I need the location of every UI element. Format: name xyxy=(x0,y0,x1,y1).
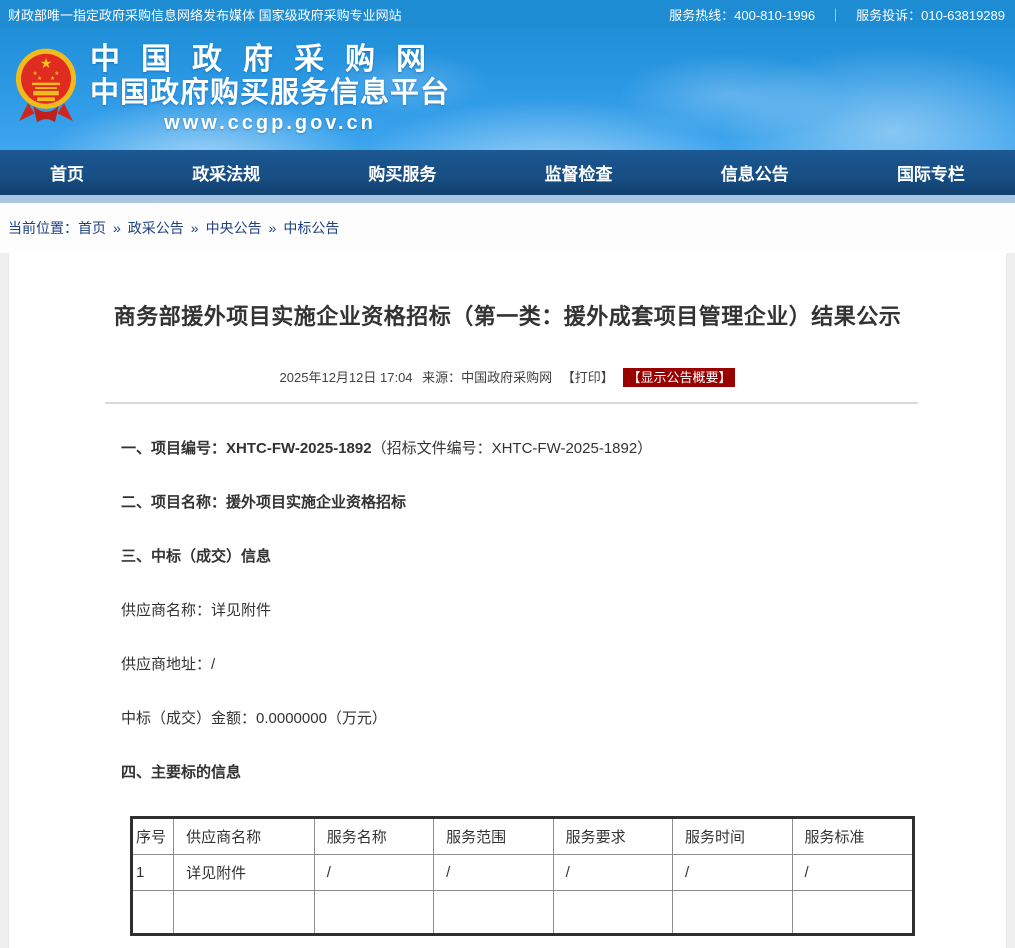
print-button[interactable]: 【打印】 xyxy=(562,370,614,385)
cell-empty xyxy=(132,891,174,935)
nav-bottom-strip xyxy=(0,195,1015,203)
cell-service-name: / xyxy=(314,855,433,891)
cell-service-requirement: / xyxy=(553,855,672,891)
breadcrumb-home[interactable]: 首页 xyxy=(78,218,106,238)
supplier-address-line: 供应商地址：/ xyxy=(121,654,911,676)
cell-service-time: / xyxy=(673,855,792,891)
service-hotline: 服务热线：400-810-1996 xyxy=(669,5,815,24)
table-row-empty xyxy=(132,891,914,935)
nav-item-regulations[interactable]: 政采法规 xyxy=(192,160,260,185)
site-slogan: 财政部唯一指定政府采购信息网络发布媒体 国家级政府采购专业网站 xyxy=(8,5,402,24)
nav-item-international[interactable]: 国际专栏 xyxy=(897,160,965,185)
award-info-heading: 三、中标（成交）信息 xyxy=(121,546,911,568)
breadcrumb-central-notices[interactable]: 中央公告 xyxy=(206,218,262,238)
col-header-service-requirement: 服务要求 xyxy=(553,818,672,855)
site-url: www.ccgp.gov.cn xyxy=(90,110,450,136)
main-navigation: 首页 政采法规 购买服务 监督检查 信息公告 国际专栏 xyxy=(0,150,1015,195)
site-banner: ★ ★ ★ ★ ★ 中国政府采购网 中国政府购买服务信息平台 www.ccgp.… xyxy=(0,28,1015,150)
svg-text:★: ★ xyxy=(37,75,42,82)
svg-text:★: ★ xyxy=(54,70,59,77)
svg-text:★: ★ xyxy=(50,75,55,82)
project-number-line: 一、项目编号：XHTC-FW-2025-1892（招标文件编号：XHTC-FW-… xyxy=(121,438,911,460)
site-logo[interactable]: ★ ★ ★ ★ ★ 中国政府采购网 中国政府购买服务信息平台 www.ccgp.… xyxy=(14,43,450,136)
article-body: 一、项目编号：XHTC-FW-2025-1892（招标文件编号：XHTC-FW-… xyxy=(9,404,1006,936)
platform-name: 中国政府购买服务信息平台 xyxy=(90,77,450,110)
project-name-line: 二、项目名称：援外项目实施企业资格招标 xyxy=(121,492,911,514)
service-complaint: 服务投诉：010-63819289 xyxy=(856,5,1005,24)
cell-service-scope: / xyxy=(434,855,553,891)
breadcrumb-separator: » xyxy=(269,220,277,236)
tender-doc-number: （招标文件编号：XHTC-FW-2025-1892） xyxy=(372,440,653,457)
col-header-service-name: 服务名称 xyxy=(314,818,433,855)
supplier-name-line: 供应商名称：详见附件 xyxy=(121,600,911,622)
article-source: 来源：中国政府采购网 xyxy=(422,370,552,385)
topbar-divider: ｜ xyxy=(829,5,842,24)
breadcrumb-award-notices[interactable]: 中标公告 xyxy=(283,218,339,238)
china-national-emblem-icon: ★ ★ ★ ★ ★ xyxy=(14,46,78,132)
award-amount-line: 中标（成交）金额：0.0000000（万元） xyxy=(121,708,911,730)
project-number-bold: 一、项目编号：XHTC-FW-2025-1892 xyxy=(121,440,372,457)
cell-empty xyxy=(434,891,553,935)
col-header-service-standard: 服务标准 xyxy=(792,818,914,855)
cell-seq: 1 xyxy=(132,855,174,891)
col-header-supplier-name: 供应商名称 xyxy=(174,818,315,855)
col-header-service-time: 服务时间 xyxy=(673,818,792,855)
col-header-seq: 序号 xyxy=(132,818,174,855)
breadcrumb-separator: » xyxy=(191,220,199,236)
cell-empty xyxy=(792,891,914,935)
breadcrumb-label: 当前位置： xyxy=(8,218,78,238)
col-header-service-scope: 服务范围 xyxy=(434,818,553,855)
publish-datetime: 2025年12月12日 17:04 xyxy=(280,370,413,385)
table-row: 1 详见附件 / / / / / xyxy=(132,855,914,891)
article-meta: 2025年12月12日 17:04 来源：中国政府采购网 【打印】 【显示公告概… xyxy=(9,367,1006,386)
cell-empty xyxy=(553,891,672,935)
cell-empty xyxy=(174,891,315,935)
cell-empty xyxy=(314,891,433,935)
cell-service-standard: / xyxy=(792,855,914,891)
breadcrumb-separator: » xyxy=(113,220,121,236)
nav-item-supervision[interactable]: 监督检查 xyxy=(545,160,613,185)
breadcrumb: 当前位置： 首页 » 政采公告 » 中央公告 » 中标公告 xyxy=(0,203,1015,253)
svg-text:★: ★ xyxy=(40,55,53,71)
nav-item-purchase-services[interactable]: 购买服务 xyxy=(368,160,436,185)
nav-item-announcements[interactable]: 信息公告 xyxy=(721,160,789,185)
show-summary-button[interactable]: 【显示公告概要】 xyxy=(623,368,735,387)
table-header-row: 序号 供应商名称 服务名称 服务范围 服务要求 服务时间 服务标准 xyxy=(132,818,914,855)
main-subject-table: 序号 供应商名称 服务名称 服务范围 服务要求 服务时间 服务标准 1 详见附件… xyxy=(130,816,915,936)
article-container: 商务部援外项目实施企业资格招标（第一类：援外成套项目管理企业）结果公示 2025… xyxy=(8,253,1007,948)
breadcrumb-procurement-notices[interactable]: 政采公告 xyxy=(128,218,184,238)
cell-empty xyxy=(673,891,792,935)
top-utility-bar: 财政部唯一指定政府采购信息网络发布媒体 国家级政府采购专业网站 服务热线：400… xyxy=(0,0,1015,28)
nav-item-home[interactable]: 首页 xyxy=(50,160,84,185)
article-title: 商务部援外项目实施企业资格招标（第一类：援外成套项目管理企业）结果公示 xyxy=(9,253,1006,331)
main-subject-heading: 四、主要标的信息 xyxy=(121,762,911,784)
site-name: 中国政府采购网 xyxy=(90,43,450,77)
cell-supplier-name: 详见附件 xyxy=(174,855,315,891)
